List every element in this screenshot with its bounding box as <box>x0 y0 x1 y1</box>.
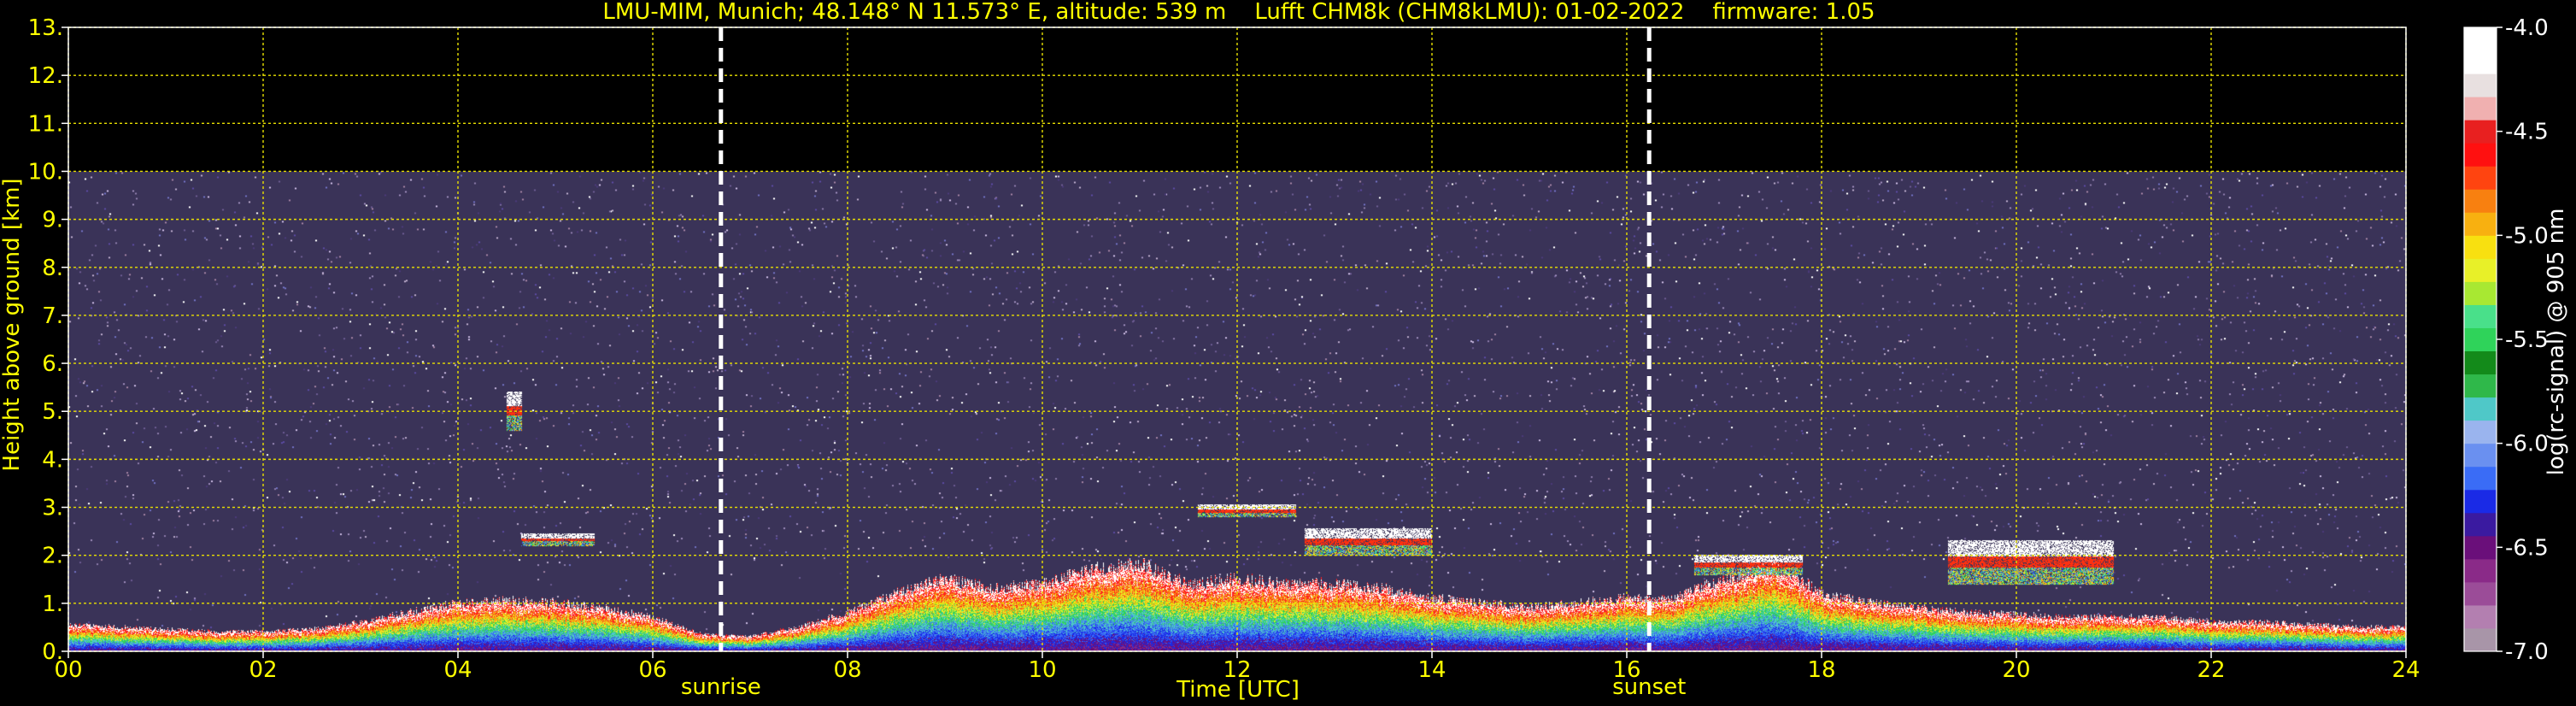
colorbar-tick-label: -5.5 <box>2505 327 2549 353</box>
colorbar-segment <box>2464 604 2497 629</box>
chart-title: LMU-MIM, Munich; 48.148° N 11.573° E, al… <box>602 0 1875 25</box>
colorbar-segment <box>2464 120 2497 144</box>
colorbar-segment <box>2464 27 2497 51</box>
colorbar-segment <box>2464 50 2497 74</box>
colorbar-tick-label: -6.0 <box>2505 432 2549 457</box>
colorbar-segment <box>2464 97 2497 121</box>
colorbar-segment <box>2464 558 2497 583</box>
colorbar-segment <box>2464 258 2497 282</box>
x-tick-label: 18 <box>1807 657 1835 683</box>
x-tick-label: 06 <box>638 657 666 683</box>
colorbar-tick-label: -7.0 <box>2505 639 2549 665</box>
event-label: sunrise <box>681 674 761 700</box>
y-tick-label: 10. <box>28 159 63 185</box>
y-tick-label: 12. <box>28 63 63 89</box>
y-tick-label: 5. <box>42 399 63 425</box>
colorbar-segment <box>2464 627 2497 652</box>
x-tick-label: 16 <box>1612 657 1640 683</box>
x-tick-label: 24 <box>2391 657 2420 683</box>
x-tick-label: 14 <box>1417 657 1446 683</box>
colorbar-tick-label: -6.5 <box>2505 535 2549 561</box>
colorbar-label: log(rc-signal) @ 905 nm <box>2544 209 2569 476</box>
y-tick-label: 0. <box>42 639 63 665</box>
y-tick-label: 3. <box>42 496 63 521</box>
y-tick-label: 8. <box>42 256 63 281</box>
colorbar-segment <box>2464 535 2497 560</box>
colorbar-segment <box>2464 327 2497 352</box>
colorbar-segment <box>2464 189 2497 213</box>
x-tick-label: 20 <box>2002 657 2030 683</box>
colorbar-segment <box>2464 581 2497 606</box>
ceilometer-chart: LMU-MIM, Munich; 48.148° N 11.573° E, al… <box>0 0 2576 706</box>
colorbar-segment <box>2464 304 2497 328</box>
colorbar-segment <box>2464 74 2497 97</box>
colorbar-segment <box>2464 374 2497 398</box>
y-tick-label: 1. <box>42 591 63 617</box>
colorbar-tick-label: -5.0 <box>2505 223 2549 249</box>
y-tick-label: 11. <box>28 111 63 137</box>
colorbar-segment <box>2464 212 2497 236</box>
x-tick-label: 22 <box>2197 657 2225 683</box>
colorbar-segment <box>2464 466 2497 491</box>
colorbar-segment <box>2464 166 2497 190</box>
colorbar-segment <box>2464 350 2497 375</box>
y-tick-label: 7. <box>42 303 63 329</box>
y-tick-label: 9. <box>42 208 63 233</box>
colorbar-segment <box>2464 235 2497 259</box>
x-tick-label: 08 <box>833 657 861 683</box>
y-tick-label: 6. <box>42 351 63 377</box>
y-axis-label: Height above ground [km] <box>0 178 25 471</box>
colorbar-segment <box>2464 281 2497 305</box>
y-tick-label: 13. <box>28 15 63 41</box>
x-tick-label: 04 <box>443 657 472 683</box>
x-tick-label: 02 <box>249 657 277 683</box>
colorbar-tick-label: -4.5 <box>2505 120 2549 145</box>
colorbar-segment <box>2464 420 2497 444</box>
colorbar-segment <box>2464 143 2497 167</box>
y-tick-label: 2. <box>42 544 63 569</box>
colorbar-segment <box>2464 443 2497 468</box>
colorbar-segment <box>2464 489 2497 514</box>
colorbar-segment <box>2464 397 2497 421</box>
x-tick-label: 10 <box>1028 657 1056 683</box>
colorbar-tick-label: -4.0 <box>2505 15 2549 41</box>
y-tick-label: 4. <box>42 447 63 473</box>
colorbar-segment <box>2464 512 2497 537</box>
x-axis-label: Time [UTC] <box>1176 677 1300 703</box>
